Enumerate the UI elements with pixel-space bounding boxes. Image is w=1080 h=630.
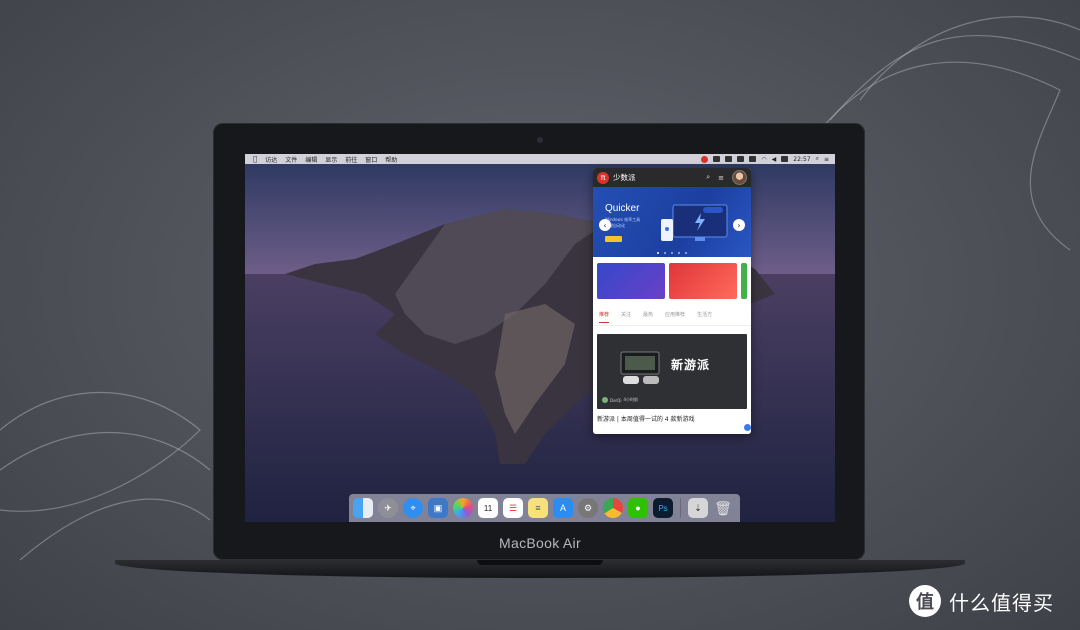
author-name: DerQi (610, 397, 622, 403)
downloads-icon[interactable]: ⇣ (688, 498, 708, 518)
search-icon[interactable]: ⌕ (706, 173, 710, 182)
promo-cards (593, 257, 751, 305)
watermark-text: 什么值得买 (949, 590, 1054, 615)
sspai-popover: π 少数派 ⌕ ≡ Quicker Windows 效率工具 一键自动化 ‹ › (593, 168, 751, 434)
app-store-icon[interactable]: A (553, 498, 573, 518)
dock: ✈ ⌖ ▣ 11 ☰ ≡ A ⚙ ● Ps ⇣ 🗑 (349, 494, 740, 522)
notes-icon[interactable]: ≡ (528, 498, 548, 518)
article-author: DerQi 4小时前 (602, 397, 638, 403)
tab-following[interactable]: 关注 (621, 311, 631, 325)
tab-lifestyle[interactable]: 生活方 (697, 311, 712, 325)
promo-card-3[interactable] (741, 263, 747, 299)
wifi-icon[interactable]: ◠ (761, 156, 766, 163)
menu-item-go[interactable]: 前往 (345, 155, 357, 164)
device-brand-label: MacBook Air (499, 535, 581, 551)
dock-separator (680, 498, 681, 518)
promo-card-2[interactable] (669, 263, 738, 299)
pagination-dot[interactable] (657, 252, 659, 254)
promo-card-1[interactable] (597, 263, 666, 299)
menu-item-edit[interactable]: 编辑 (305, 155, 317, 164)
search-icon[interactable]: ⌕ (816, 155, 819, 163)
banner-tag (605, 236, 622, 242)
popover-header: π 少数派 ⌕ ≡ (593, 168, 751, 187)
status-area: ◠ ◀ 22:57 ⌕ ≡ (701, 154, 829, 164)
safari-icon[interactable]: ⌖ (403, 498, 423, 518)
pagination-dot[interactable] (664, 252, 666, 254)
status-icon-3[interactable] (737, 156, 745, 162)
laptop-notch (477, 560, 603, 565)
article-thumbnail[interactable]: 新游派 DerQi 4小时前 (597, 334, 747, 409)
watermark: 值 什么值得买 (909, 585, 1054, 617)
banner-prev-button[interactable]: ‹ (599, 219, 611, 231)
banner-illustration (661, 204, 728, 241)
calendar-icon[interactable]: 11 (478, 498, 498, 518)
volume-icon[interactable]: ◀ (772, 156, 777, 163)
clock[interactable]: 22:57 (793, 156, 810, 163)
banner-next-button[interactable]: › (733, 219, 745, 231)
menu-item-window[interactable]: 窗口 (365, 155, 377, 164)
status-icon-2[interactable] (725, 156, 733, 162)
wechat-icon[interactable]: ● (628, 498, 648, 518)
tab-hot[interactable]: 最热 (643, 311, 653, 325)
banner-title: Quicker (605, 203, 640, 214)
sspai-menubar-icon[interactable] (701, 155, 709, 163)
feed-tabs: 推荐 关注 最热 应用推荐 生活方 (593, 305, 751, 326)
system-preferences-icon[interactable]: ⚙ (578, 498, 598, 518)
camera (537, 137, 543, 143)
author-avatar (602, 397, 608, 403)
menu-item-finder[interactable]: 访达 (265, 155, 277, 164)
tab-recommended[interactable]: 推荐 (599, 311, 610, 323)
popover-title: 少数派 (613, 173, 636, 182)
photoshop-icon[interactable]: Ps (653, 498, 673, 518)
thumbnail-title: 新游派 (671, 358, 711, 372)
game-console-illustration (620, 351, 660, 384)
control-center-icon[interactable]: ≡ (824, 156, 829, 163)
apple-menu-icon[interactable]:  (253, 155, 257, 163)
pagination-dot[interactable] (671, 252, 673, 254)
banner-pagination (593, 252, 751, 254)
watermark-logo: 值 (909, 585, 941, 617)
finder-icon[interactable] (353, 498, 373, 518)
status-icon-4[interactable] (749, 156, 757, 162)
preview-icon[interactable]: ▣ (428, 498, 448, 518)
photos-icon[interactable] (453, 498, 473, 518)
menu-bar:  访达 文件 编辑 显示 前往 窗口 帮助 ◠ ◀ 22:57 ⌕ ≡ (245, 154, 835, 164)
feedback-badge[interactable] (744, 424, 751, 431)
launchpad-icon[interactable]: ✈ (378, 498, 398, 518)
pagination-dot[interactable] (678, 252, 680, 254)
battery-icon[interactable] (781, 156, 789, 162)
article-title[interactable]: 新游派 | 本周值得一试的 4 款新游戏 (593, 409, 751, 428)
menu-item-file[interactable]: 文件 (285, 155, 297, 164)
chrome-icon[interactable] (603, 498, 623, 518)
menu-icon[interactable]: ≡ (718, 174, 724, 182)
status-icon-1[interactable] (713, 156, 721, 162)
laptop-screen:  访达 文件 编辑 显示 前往 窗口 帮助 ◠ ◀ 22:57 ⌕ ≡ π 少… (245, 154, 835, 522)
menu-item-help[interactable]: 帮助 (385, 155, 397, 164)
avatar[interactable] (732, 170, 747, 185)
trash-icon[interactable]: 🗑 (713, 498, 733, 518)
reminders-icon[interactable]: ☰ (503, 498, 523, 518)
pagination-dot[interactable] (685, 252, 687, 254)
tab-app-recommend[interactable]: 应用推荐 (665, 311, 685, 325)
menu-item-view[interactable]: 显示 (325, 155, 337, 164)
featured-banner[interactable]: Quicker Windows 效率工具 一键自动化 ‹ › (593, 187, 751, 257)
sspai-logo-icon: π (597, 171, 609, 184)
article-time: 4小时前 (623, 397, 638, 402)
